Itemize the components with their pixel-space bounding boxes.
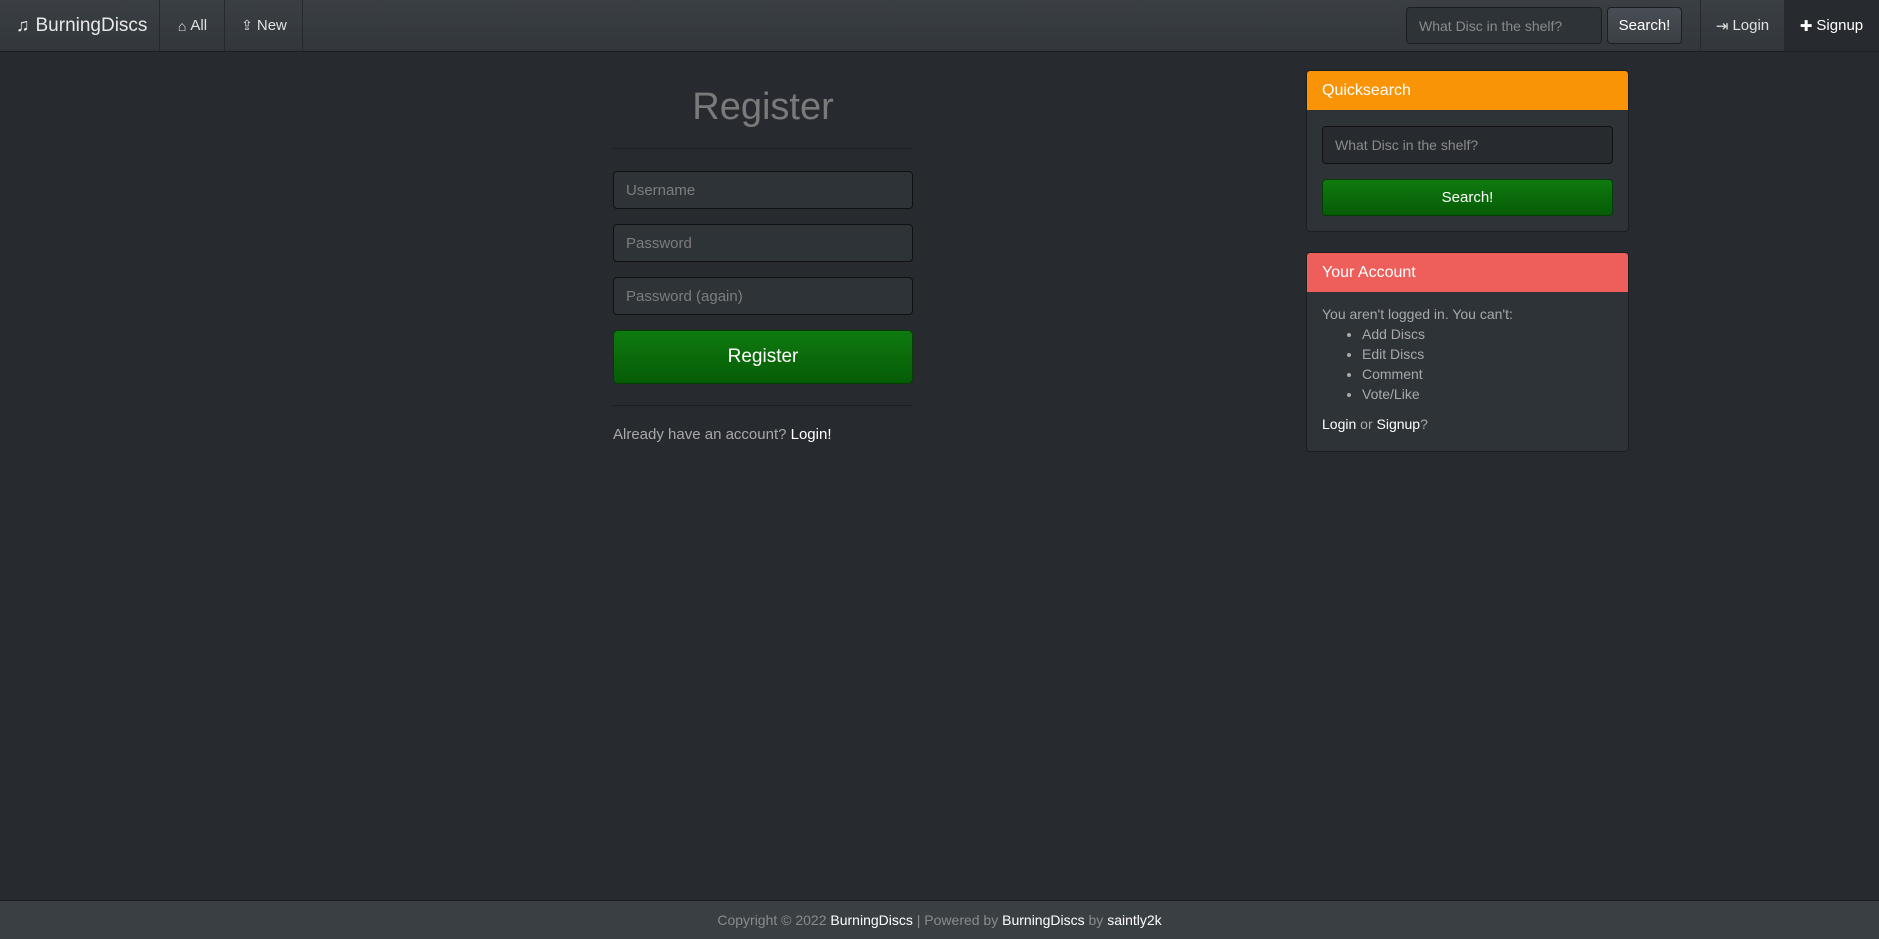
divider [613, 148, 913, 149]
quicksearch-title: Quicksearch [1307, 71, 1628, 110]
account-signup-link[interactable]: Signup [1377, 416, 1421, 432]
nav-all-label: All [190, 17, 208, 34]
nav-search-input[interactable] [1406, 7, 1602, 44]
list-item: Edit Discs [1362, 344, 1613, 364]
quicksearch-panel: Quicksearch Search! [1306, 70, 1629, 232]
nav-login-label: Login [1732, 17, 1770, 34]
nav-new[interactable]: ⇪ New [226, 0, 303, 51]
question-mark: ? [1420, 416, 1428, 432]
account-body: You aren't logged in. You can't: Add Dis… [1307, 292, 1628, 446]
login-prompt: Already have an account? Login! [613, 426, 832, 443]
nav-login[interactable]: ⇥ Login [1700, 0, 1784, 51]
quicksearch-button[interactable]: Search! [1322, 179, 1613, 216]
account-actions: Login or Signup? [1322, 414, 1613, 434]
username-input[interactable] [613, 171, 913, 209]
nav-new-label: New [256, 17, 287, 34]
list-item: Add Discs [1362, 324, 1613, 344]
by-text: by [1088, 912, 1104, 928]
nav-signup-label: Signup [1816, 17, 1864, 34]
list-item: Comment [1362, 364, 1613, 384]
or-text: or [1360, 416, 1373, 432]
footer-site-link[interactable]: BurningDiscs [830, 912, 912, 928]
account-panel: Your Account You aren't logged in. You c… [1306, 252, 1629, 452]
brand-name: BurningDiscs [35, 14, 148, 36]
divider [613, 405, 913, 406]
password-again-input[interactable] [613, 277, 913, 315]
account-title: Your Account [1307, 253, 1628, 292]
home-icon: ⌂ [177, 17, 187, 34]
brand-link[interactable]: ♫ BurningDiscs [0, 0, 160, 51]
quicksearch-input[interactable] [1322, 126, 1613, 164]
footer-author-link[interactable]: saintly2k [1107, 912, 1161, 928]
password-input[interactable] [613, 224, 913, 262]
register-button[interactable]: Register [613, 330, 913, 384]
nav-search-button[interactable]: Search! [1607, 7, 1682, 44]
login-icon: ⇥ [1715, 17, 1729, 35]
footer: Copyright © 2022 BurningDiscs | Powered … [0, 900, 1879, 939]
top-navbar: ♫ BurningDiscs ⌂ All ⇪ New Search! ⇥ Log… [0, 0, 1879, 52]
powered-text: | Powered by [916, 912, 999, 928]
nav-all[interactable]: ⌂ All [161, 0, 225, 51]
footer-powered-link[interactable]: BurningDiscs [1002, 912, 1084, 928]
login-prompt-text: Already have an account? [613, 426, 787, 443]
account-intro: You aren't logged in. You can't: [1322, 306, 1513, 322]
nav-signup[interactable]: ✚ Signup [1784, 0, 1879, 51]
copyright-text: Copyright © 2022 [717, 912, 827, 928]
list-item: Vote/Like [1362, 384, 1613, 404]
restriction-list: Add Discs Edit Discs Comment Vote/Like [1322, 324, 1613, 404]
music-note-icon: ♫ [16, 15, 30, 35]
account-login-link[interactable]: Login [1322, 416, 1356, 432]
login-link[interactable]: Login! [791, 426, 832, 443]
upload-icon: ⇪ [241, 17, 253, 33]
plus-icon: ✚ [1799, 17, 1813, 35]
page-title: Register [692, 86, 834, 128]
